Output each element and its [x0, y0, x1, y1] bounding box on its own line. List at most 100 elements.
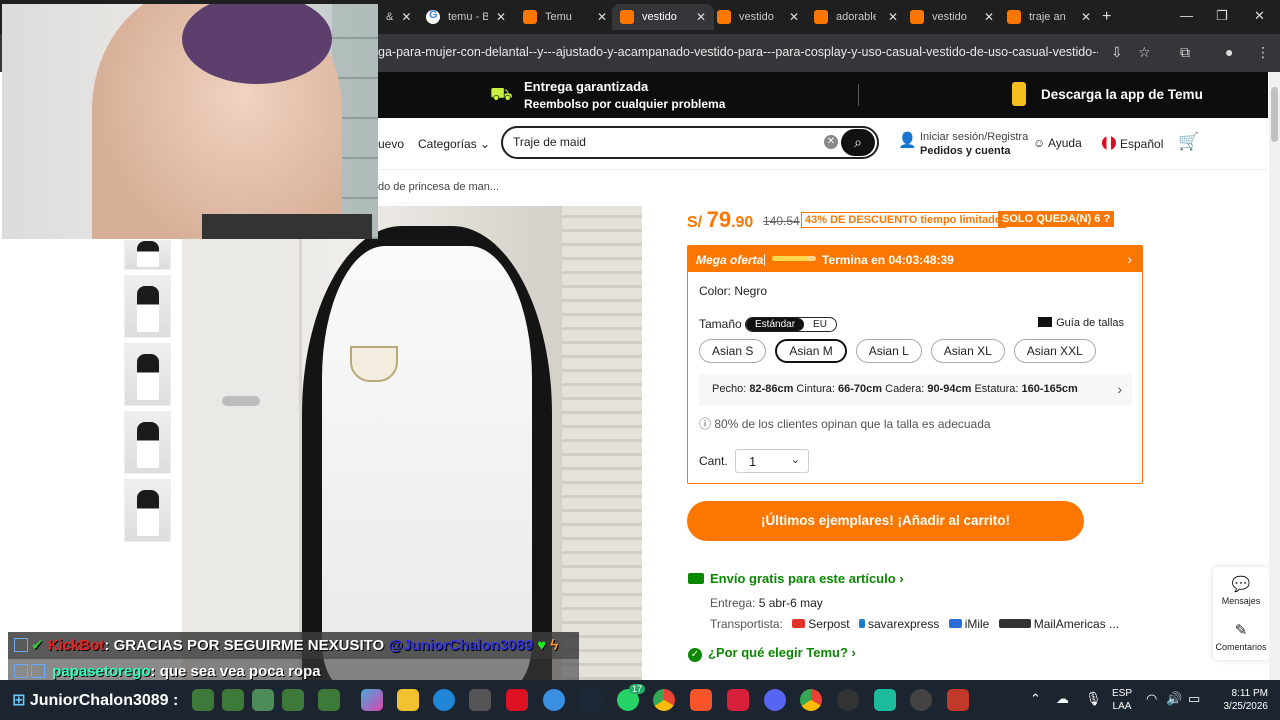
- size-option-m[interactable]: Asian M: [775, 339, 847, 363]
- edge-icon[interactable]: [433, 689, 455, 711]
- webcam-overlay: [2, 4, 378, 239]
- stock-badge[interactable]: SOLO QUEDA(N) 6 ?: [998, 211, 1115, 227]
- app-icon[interactable]: [910, 689, 932, 711]
- close-tab-icon[interactable]: ✕: [888, 10, 898, 24]
- fit-note: ⓘ 80% de los clientes opinan que la tall…: [699, 415, 991, 432]
- size-option-s[interactable]: Asian S: [699, 339, 767, 363]
- ruler-icon: [1038, 317, 1053, 327]
- close-window-icon[interactable]: ✕: [1254, 8, 1265, 24]
- messages-button[interactable]: 💬 Mensajes: [1213, 567, 1269, 613]
- scrollbar[interactable]: [1269, 72, 1280, 682]
- microphone-icon[interactable]: 🎙: [1085, 691, 1102, 707]
- search-button[interactable]: ⌕: [841, 129, 875, 156]
- clear-search-icon[interactable]: ✕: [824, 135, 838, 149]
- discord-icon[interactable]: [764, 689, 786, 711]
- comments-button[interactable]: ✎ Comentarios: [1213, 613, 1269, 659]
- browser-tab[interactable]: vestido ✕: [902, 4, 1002, 30]
- bookmark-star-icon[interactable]: ☆: [1138, 44, 1151, 61]
- browser-tab[interactable]: & ✕: [378, 4, 419, 30]
- free-shipping-link[interactable]: Envío gratis para este artículo ›: [688, 571, 904, 586]
- app-icon[interactable]: [947, 689, 969, 711]
- why-temu-link[interactable]: ✓ ¿Por qué elegir Temu? ›: [688, 645, 856, 662]
- battery-icon[interactable]: ▭: [1188, 691, 1200, 707]
- close-tab-icon[interactable]: ✕: [1081, 10, 1091, 24]
- image-door-handle: [222, 396, 260, 406]
- size-option-xxl[interactable]: Asian XXL: [1013, 339, 1096, 363]
- size-standard-toggle[interactable]: Estándar EU: [745, 317, 837, 332]
- account-menu[interactable]: 👤 Iniciar sesión/Registra Pedidos y cuen…: [898, 130, 1028, 158]
- scrollbar-thumb[interactable]: [1271, 87, 1278, 142]
- product-main-image[interactable]: [182, 206, 642, 680]
- steam-icon[interactable]: [580, 689, 602, 711]
- extensions-icon[interactable]: ⧉: [1180, 44, 1190, 61]
- restore-icon[interactable]: ❐: [1216, 8, 1228, 24]
- app-icon[interactable]: [874, 689, 896, 711]
- close-tab-icon[interactable]: ✕: [984, 10, 994, 24]
- promo-banner[interactable]: ⛟ Entrega garantizada Reembolso por cual…: [378, 72, 1268, 118]
- mega-offer-header[interactable]: Mega oferta | Termina en 04:03:48:39 ›: [688, 246, 1142, 272]
- thumbnail[interactable]: [124, 275, 171, 338]
- store-icon[interactable]: [469, 689, 491, 711]
- clock[interactable]: 8:11 PM 3/25/2026: [1216, 687, 1269, 713]
- nav-categorias[interactable]: Categorías ⌄: [418, 137, 490, 151]
- pecho-value: 82-86cm: [749, 383, 794, 395]
- quantity-select[interactable]: 1 ⌄: [735, 449, 809, 473]
- thumbnail[interactable]: [124, 240, 171, 270]
- show-hidden-icons[interactable]: ⌃: [1030, 691, 1041, 707]
- breadcrumb[interactable]: do de princesa de man...: [378, 181, 499, 193]
- size-option-l[interactable]: Asian L: [855, 339, 922, 363]
- download-app-link[interactable]: Descarga la app de Temu: [1041, 87, 1203, 102]
- color-label: Color: Negro: [699, 284, 768, 298]
- search-input[interactable]: [513, 135, 813, 149]
- help-icon: ☺: [1033, 136, 1046, 150]
- mega-offer-label: Mega oferta: [696, 253, 764, 267]
- browser-tab[interactable]: traje an ✕: [999, 4, 1099, 30]
- close-tab-icon[interactable]: ✕: [696, 10, 706, 24]
- language-selector[interactable]: Español: [1102, 136, 1163, 151]
- url-text[interactable]: ga-para-mujer-con-delantal--y---ajustado…: [378, 45, 1098, 59]
- install-app-icon[interactable]: ⇩: [1111, 44, 1123, 61]
- nav-nuevo[interactable]: uevo: [378, 137, 404, 151]
- thumbnail[interactable]: [124, 411, 171, 474]
- app-icon[interactable]: [506, 689, 528, 711]
- menu-icon[interactable]: ⋮: [1256, 44, 1270, 61]
- input-language[interactable]: ESP LAA: [1112, 687, 1132, 713]
- kick-badge-icon: [14, 664, 28, 678]
- size-mode-eu[interactable]: EU: [804, 318, 836, 331]
- size-guide-link[interactable]: Guía de tallas: [1038, 317, 1124, 329]
- close-tab-icon[interactable]: ✕: [496, 10, 506, 24]
- new-tab-icon[interactable]: +: [1102, 8, 1111, 26]
- help-label: Ayuda: [1047, 136, 1082, 150]
- volume-icon[interactable]: 🔊: [1166, 691, 1182, 707]
- wifi-icon[interactable]: ◠: [1146, 691, 1157, 707]
- thumbnail[interactable]: [124, 479, 171, 542]
- size-mode-standard[interactable]: Estándar: [746, 318, 805, 331]
- close-tab-icon[interactable]: ✕: [789, 10, 799, 24]
- cart-icon[interactable]: 🛒: [1178, 132, 1199, 152]
- chrome-active-icon[interactable]: [800, 689, 822, 711]
- add-to-cart-button[interactable]: ¡Últimos ejemplares! ¡Añadir al carrito!: [687, 501, 1084, 541]
- size-measurements[interactable]: Pecho: 82-86cm Cintura: 66-70cm Cadera: …: [699, 374, 1132, 406]
- copilot-icon[interactable]: [361, 689, 383, 711]
- why-temu-label: ¿Por qué elegir Temu?: [708, 645, 848, 660]
- app-icon[interactable]: [543, 689, 565, 711]
- app-icon[interactable]: [727, 689, 749, 711]
- brave-icon[interactable]: [690, 689, 712, 711]
- obs-icon[interactable]: [837, 689, 859, 711]
- help-link[interactable]: ☺ Ayuda: [1033, 136, 1082, 150]
- browser-tab[interactable]: Temu ✕: [515, 4, 615, 30]
- profile-icon[interactable]: ●: [1225, 44, 1233, 60]
- browser-tab[interactable]: temu - B ✕: [418, 4, 514, 30]
- size-option-xl[interactable]: Asian XL: [930, 339, 1005, 363]
- thumbnail[interactable]: [124, 343, 171, 406]
- close-tab-icon[interactable]: ✕: [597, 10, 607, 24]
- browser-tab[interactable]: vestido ✕: [709, 4, 807, 30]
- chrome-icon[interactable]: [653, 689, 675, 711]
- file-explorer-icon[interactable]: [397, 689, 419, 711]
- browser-tab-active[interactable]: vestido ✕: [612, 4, 715, 30]
- browser-tab[interactable]: adorable ✕: [806, 4, 906, 30]
- close-tab-icon[interactable]: ✕: [401, 10, 411, 24]
- cloud-icon[interactable]: ☁: [1056, 691, 1069, 707]
- product-price: S/ 79.90: [687, 207, 753, 233]
- minimize-icon[interactable]: —: [1180, 8, 1193, 23]
